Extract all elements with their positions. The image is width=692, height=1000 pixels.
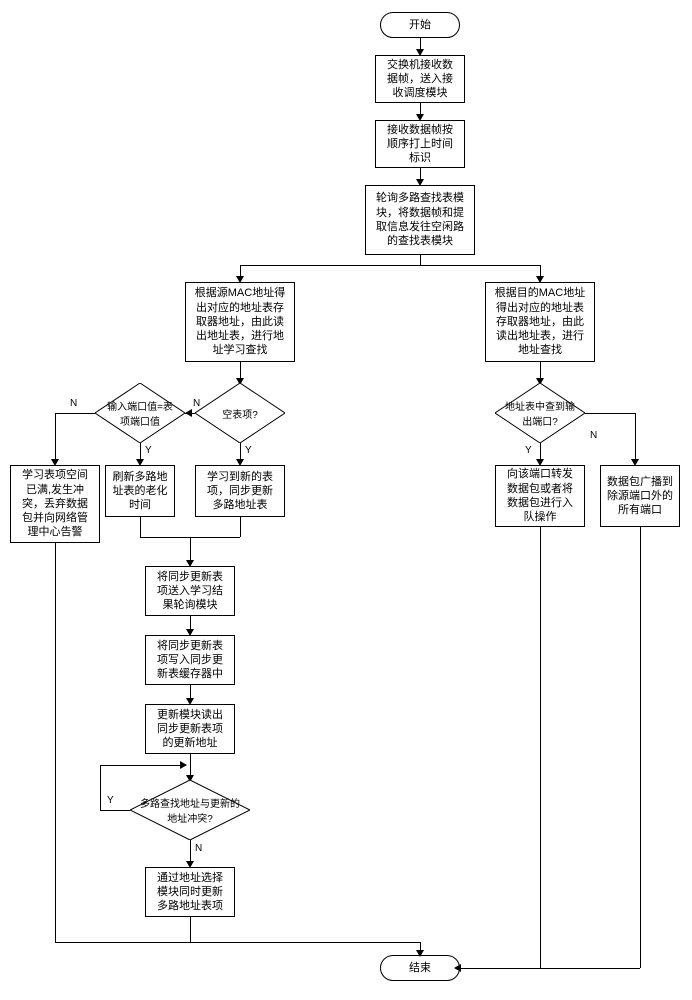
process-learn-new-entry: 学习到新的表项，同步更新多路地址表 (195, 465, 285, 517)
process-dst-mac-lookup: 根据目的MAC地址得出对应的地址表存取器地址，由此读出地址表，进行地址查找 (485, 282, 595, 362)
d3-yes-label: Y (525, 445, 532, 456)
end-label: 结束 (409, 961, 431, 975)
process-forward-to-port: 向该端口转发数据包或者将数据包进行入队操作 (495, 465, 585, 527)
d4-text: 多路查找地址与更新的地址冲突? (130, 795, 250, 825)
start-terminal: 开始 (380, 12, 460, 38)
process-receive-frame: 交换机接收数据帧，送入接收调度模块 (375, 55, 465, 103)
p4-right-text: 根据目的MAC地址得出对应的地址表存取器地址，由此读出地址表，进行地址查找 (492, 286, 588, 357)
process-timestamp: 接收数据帧按顺序打上时间标识 (375, 120, 465, 168)
end-terminal: 结束 (380, 955, 460, 981)
decision-output-port-found: 地址表中查到输出端口? (495, 383, 585, 443)
d4-no-label: N (195, 843, 202, 854)
p2-text: 接收数据帧按顺序打上时间标识 (382, 123, 458, 166)
process-read-update-addr: 更新模块读出同步更新表项的更新地址 (145, 704, 235, 754)
p5-text: 学习表项空间已满,发生冲突，丢弃数据包并向网络管理中心告警 (17, 468, 93, 539)
d1-yes-label: Y (245, 445, 252, 456)
d2-no-label: N (70, 398, 77, 409)
decision-empty-table: 空表项? (195, 383, 285, 443)
p11-text: 将同步更新表项写入同步更新表缓存器中 (152, 639, 228, 682)
d2-text: 输入端口值=表项端口值 (95, 398, 185, 428)
d4-yes-label: Y (107, 795, 114, 806)
d1-no-label: N (193, 398, 200, 409)
start-label: 开始 (409, 18, 431, 32)
p12-text: 更新模块读出同步更新表项的更新地址 (152, 708, 228, 751)
d3-text: 地址表中查到输出端口? (495, 398, 585, 428)
p4-left-text: 根据源MAC地址得出对应的地址表存取器地址，由此读出地址表，进行地址学习查找 (192, 286, 288, 357)
process-refresh-aging: 刷新多路地址表的老化时间 (105, 465, 175, 517)
p7-text: 学习到新的表项，同步更新多路地址表 (202, 470, 278, 513)
p8-text: 向该端口转发数据包或者将数据包进行入队操作 (502, 467, 578, 524)
d2-yes-label: Y (145, 445, 152, 456)
p6-text: 刷新多路地址表的老化时间 (112, 470, 168, 513)
decision-port-match: 输入端口值=表项端口值 (95, 383, 185, 443)
process-send-to-poll-module: 将同步更新表项送入学习结果轮询模块 (145, 566, 235, 616)
process-poll-lookup: 轮询多路查找表模块，将数据帧和提取信息发往空闲路的查找表模块 (365, 185, 475, 255)
decision-address-conflict: 多路查找地址与更新的地址冲突? (130, 780, 250, 840)
process-src-mac-lookup: 根据源MAC地址得出对应的地址表存取器地址，由此读出地址表，进行地址学习查找 (185, 282, 295, 362)
p9-text: 数据包广播到除源端口外的所有端口 (607, 475, 673, 518)
p13-text: 通过地址选择模块同时更新多路地址表项 (152, 871, 228, 914)
process-table-full-alarm: 学习表项空间已满,发生冲突，丢弃数据包并向网络管理中心告警 (10, 465, 100, 543)
process-broadcast: 数据包广播到除源端口外的所有端口 (600, 465, 680, 527)
process-update-multi-table: 通过地址选择模块同时更新多路地址表项 (145, 867, 235, 917)
process-write-sync-buffer: 将同步更新表项写入同步更新表缓存器中 (145, 635, 235, 685)
d3-no-label: N (590, 430, 597, 441)
d1-text: 空表项? (214, 406, 266, 421)
p1-text: 交换机接收数据帧，送入接收调度模块 (382, 58, 458, 101)
p10-text: 将同步更新表项送入学习结果轮询模块 (152, 570, 228, 613)
p3-text: 轮询多路查找表模块，将数据帧和提取信息发往空闲路的查找表模块 (372, 191, 468, 248)
